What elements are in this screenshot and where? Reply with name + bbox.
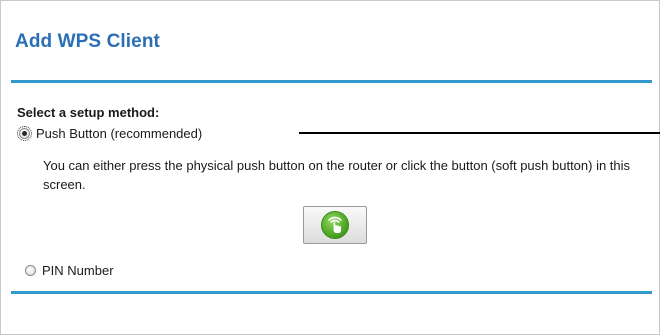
pin-number-radio[interactable]: [25, 265, 36, 276]
push-button-description: You can either press the physical push b…: [43, 158, 631, 192]
soft-push-wps-button[interactable]: [303, 206, 367, 244]
push-button-option-label: Push Button (recommended): [36, 126, 203, 141]
bottom-divider: [11, 291, 652, 294]
page-title: Add WPS Client: [15, 31, 160, 52]
radio-selected-dot: [22, 131, 27, 136]
wps-panel: Add WPS Client Select a setup method: Pu…: [0, 0, 660, 335]
pin-number-option[interactable]: PIN Number: [25, 263, 114, 278]
wps-icon: [321, 211, 349, 239]
setup-method-label: Select a setup method:: [17, 105, 160, 120]
top-divider: [11, 80, 652, 83]
push-button-radio[interactable]: [17, 126, 32, 141]
pin-number-option-label: PIN Number: [42, 263, 114, 278]
push-button-option[interactable]: Push Button (recommended): [17, 126, 203, 141]
callout-line: [299, 132, 660, 134]
